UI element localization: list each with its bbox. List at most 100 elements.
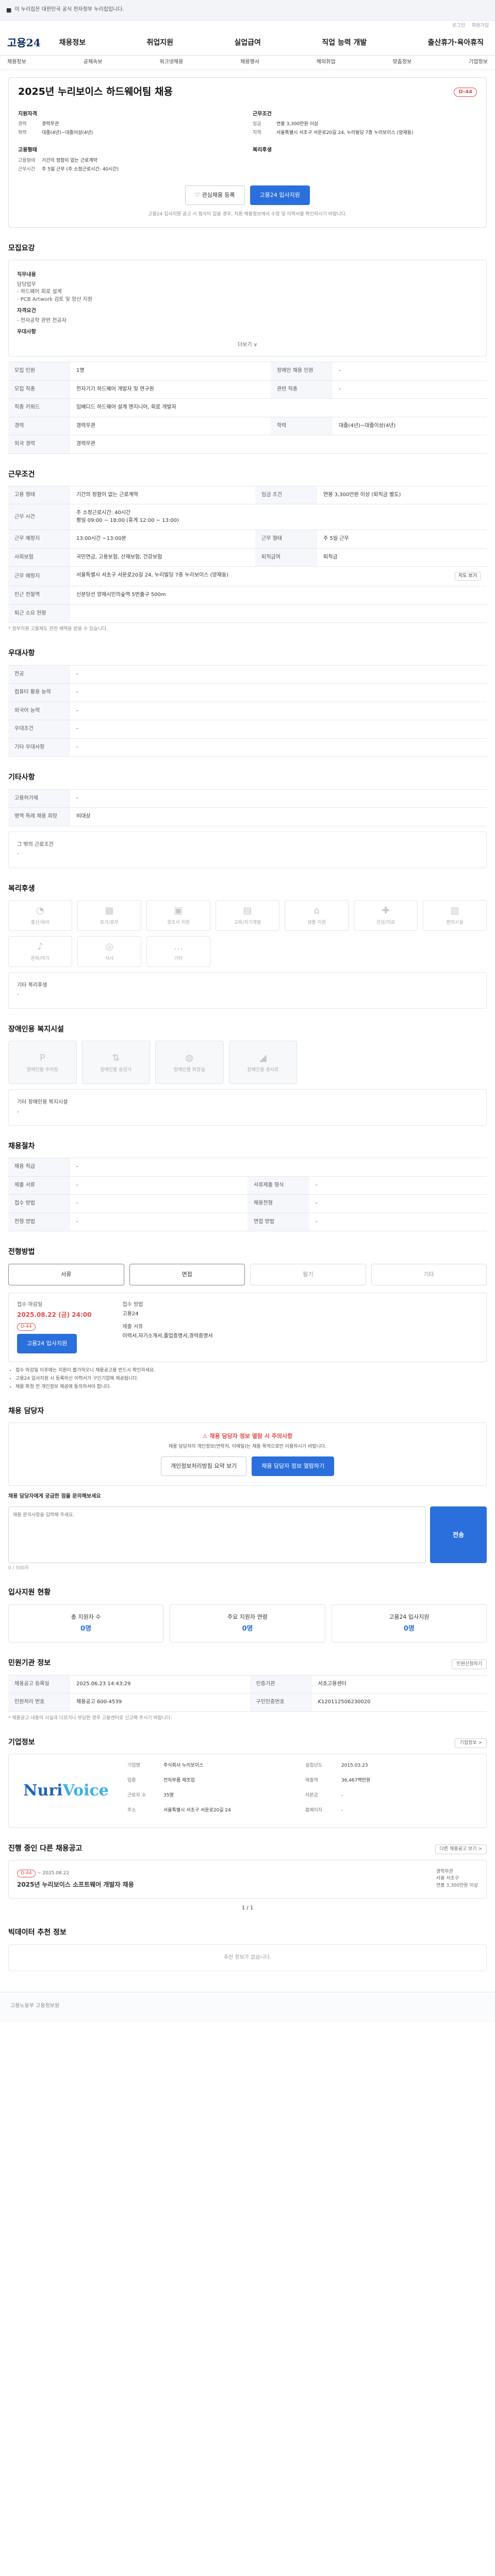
welfare-heading: 복리후생 <box>253 147 272 154</box>
edu-key: 학력 <box>18 130 27 136</box>
req-label: 자격요건 <box>17 308 36 314</box>
nav-item-unemployment[interactable]: 실업급여 <box>230 38 265 48</box>
subnav-item[interactable]: 공채속보 <box>84 59 103 66</box>
row-value: - <box>70 1194 248 1213</box>
apply-button-2[interactable]: 고용24 입사지원 <box>17 1333 77 1353</box>
row-key: 전공 <box>8 665 70 684</box>
row-key: 관련 직종 <box>270 380 333 399</box>
row-value: - <box>70 720 487 739</box>
nav-item-training[interactable]: 직업 능력 개발 <box>318 38 371 48</box>
meal-icon: ◎ <box>105 941 113 953</box>
related-meta-region: 서울 서초구 <box>436 1876 459 1882</box>
view-contact-button[interactable]: 채용 담당자 정보 열람하기 <box>252 1456 335 1476</box>
tab-interview[interactable]: 면접 <box>129 1263 245 1285</box>
extra-conditions-value: - <box>17 851 19 857</box>
field-key: 주소 <box>127 1808 136 1814</box>
table-row: 근무 예정지 13:00시간 ~13:00분 근무 형태 주 5일 근무 <box>8 530 487 549</box>
welfare-etc-box: 기타 복리후생 - <box>8 972 487 1009</box>
utility-links: 로그인 회원가입 <box>0 21 495 31</box>
related-more-link[interactable]: 다른 채용공고 보기 > <box>435 1844 487 1855</box>
time-key: 근무시간 <box>18 166 36 172</box>
related-job-title: 2025년 누리보이스 소프트웨어 개발자 채용 <box>17 1881 134 1889</box>
map-button[interactable]: 지도 보기 <box>455 572 481 581</box>
subnav-item[interactable]: 워크넷채용 <box>159 59 183 66</box>
send-question-button[interactable]: 전송 <box>430 1506 487 1564</box>
tab-etc[interactable]: 기타 <box>371 1263 487 1285</box>
row-value: 주 소정근로시간: 40시간 평일 09:00 ~ 18:00 (휴게 12:0… <box>70 504 487 531</box>
stat-card: 총 지원자 수 0명 <box>8 1604 164 1643</box>
row-value: 임베디드 하드웨어 설계 엔지니어, 회로 개발자 <box>70 398 487 417</box>
sub-nav: 채용정보 공채속보 워크넷채용 채용행사 해외취업 맞춤정보 기업정보 <box>0 56 495 70</box>
row-key: 면접 방법 <box>248 1212 309 1232</box>
stat-label: 총 지원자 수 <box>71 1613 101 1620</box>
row-key: 고용허가제 <box>8 789 70 808</box>
nav-item-leave[interactable]: 출산휴가·육아휴직 <box>424 38 488 48</box>
row-value: - <box>332 380 487 399</box>
tab-documents[interactable]: 서류 <box>8 1263 124 1285</box>
table-row: 병역 특례 채용 희망 비대상 <box>8 807 487 826</box>
welfare-label: 출산/육아 <box>30 920 50 926</box>
nav-item-jobs[interactable]: 채용정보 <box>55 38 90 48</box>
table-row: 근무 시간 주 소정근로시간: 40시간 평일 09:00 ~ 18:00 (휴게… <box>8 504 487 531</box>
section-title-detail: 모집요강 <box>8 244 35 252</box>
table-row: 사회보험 국민연금, 고용보험, 산재보험, 건강보험 퇴직급여 퇴직금 <box>8 548 487 567</box>
row-value: 연봉 3,300만원 이상 (퇴직금 별도) <box>317 485 487 505</box>
more-icon: … <box>174 941 183 953</box>
region-value: 서울특별시 서초구 서운로20길 24, 누리빌딩 7층 누리보이스 (양재동) <box>276 130 414 136</box>
site-logo[interactable]: 고용24 <box>7 36 41 50</box>
more-button[interactable]: 더보기 ∨ <box>17 342 478 349</box>
welfare-label: 편의시설 <box>446 920 464 926</box>
apply-button[interactable]: 고용24 입사지원 <box>250 185 310 205</box>
row-key: 고용 형태 <box>8 485 70 505</box>
elevator-icon: ⇅ <box>112 1052 120 1063</box>
subnav-item[interactable]: 채용정보 <box>7 59 26 66</box>
pagination[interactable]: 1 / 1 <box>8 1905 487 1912</box>
nav-item-support[interactable]: 취업지원 <box>143 38 178 48</box>
row-value: 전자기기 하드웨어 개발자 및 연구원 <box>70 380 271 399</box>
question-input[interactable] <box>8 1506 426 1564</box>
row-key: 기타 우대사항 <box>8 738 70 757</box>
tab-written[interactable]: 필기 <box>250 1263 366 1285</box>
row-value: - <box>309 1212 487 1232</box>
welfare-card: ▤ 교육/자기계발 <box>216 900 279 931</box>
table-row: 경력 경력무관 학력 대졸(4년)~대졸이상(4년) <box>8 416 487 436</box>
apply-dday-badge: D-44 <box>17 1323 36 1331</box>
related-job-card[interactable]: D-44 ~ 2025.08.22 2025년 누리보이스 소프트웨어 개발자 … <box>8 1860 487 1899</box>
login-link[interactable]: 로그인 <box>452 23 465 28</box>
row-key: 임금 조건 <box>255 485 318 505</box>
contact-warning-title: 채용 담당자 정보 열람 시 주의사항 <box>209 1432 293 1439</box>
address-text: 서울특별시 서초구 서운로20길 24, 누리빌딩 7층 누리보이스 (양재동) <box>76 572 229 579</box>
signup-link[interactable]: 회원가입 <box>472 23 489 28</box>
company-logo: NuriVoice <box>17 1762 115 1819</box>
table-row: 우대조건 - <box>8 720 487 739</box>
company-info: 기업명 주식회사 누리보이스 설립년도 2015.03.23 업종 전자부품 제조업 … <box>127 1762 478 1819</box>
welfare-etc-label: 기타 복리후생 <box>17 982 47 988</box>
welfare-icons: ◔ 출산/육아 ▦ 휴가/휴무 ▣ 경조사 지원 ▤ 교육/자기계발 ⌂ 생활 지원 ✚ 건… <box>8 900 487 967</box>
subnav-item[interactable]: 채용행사 <box>240 59 259 66</box>
complaint-button[interactable]: 민원신청하기 <box>452 1659 487 1669</box>
welfare-label: 식사 <box>105 956 114 962</box>
apply-info-box: 접수 마감일 2025.08.22 (금) 24:00 D-44 고용24 입사… <box>8 1292 487 1362</box>
field-key: 기업명 <box>127 1763 140 1769</box>
row-key: 근무 형태 <box>255 530 318 549</box>
career-value: 경력무관 <box>42 122 59 127</box>
subnav-item[interactable]: 맞춤정보 <box>392 59 411 66</box>
gov-banner: ■ 이 누리집은 대한민국 공식 전자정부 누리집입니다. <box>0 0 495 21</box>
job-title: 2025년 누리보이스 하드웨어팀 채용 <box>18 86 173 97</box>
row-key: 모집 직종 <box>8 380 70 399</box>
row-value: K120112506230020 <box>311 1693 487 1712</box>
row-key: 근무 예정지 <box>8 530 70 549</box>
row-value: 서울특별시 서초구 서운로20길 24, 누리빌딩 7층 누리보이스 (양재동)… <box>70 566 487 587</box>
subnav-item[interactable]: 해외취업 <box>317 59 336 66</box>
stat-card: 주요 지원자 연령 0명 <box>170 1604 325 1643</box>
welfare-label: 건강/의료 <box>376 920 395 926</box>
subnav-item[interactable]: 기업정보 <box>469 59 488 66</box>
stat-label: 주요 지원자 연령 <box>227 1613 268 1620</box>
table-row: 접수 방법 - 채용전형 - <box>8 1194 487 1213</box>
scrap-button[interactable]: ♡ 관심채용 등록 <box>185 185 245 205</box>
privacy-summary-button[interactable]: 개인정보처리방침 요약 보기 <box>160 1456 247 1476</box>
job-detail-box: 직무내용 담당업무 - 하드웨어 회로 설계 - PCB Artwork 검토 … <box>8 260 487 357</box>
welfare-label: 생활 지원 <box>307 920 326 926</box>
company-more-link[interactable]: 기업정보 > <box>455 1738 487 1749</box>
contact-warning-box: ⚠ 채용 담당자 정보 열람 시 주의사항 채용 담당자의 개인정보(연락처, … <box>8 1422 487 1486</box>
